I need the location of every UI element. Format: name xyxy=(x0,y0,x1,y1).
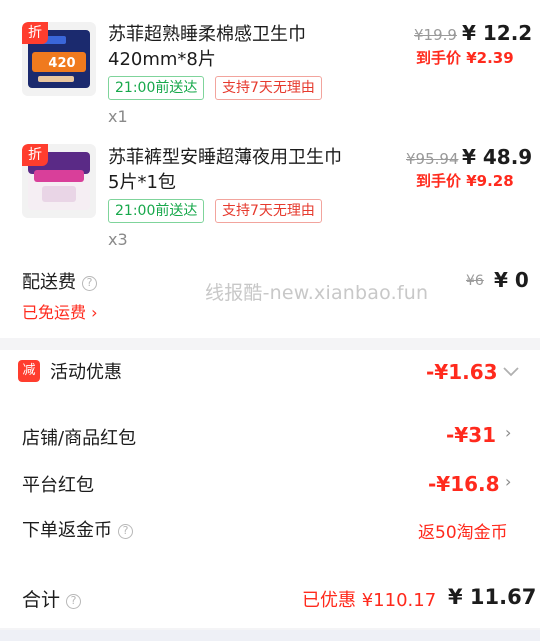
bottom-strip xyxy=(0,630,540,641)
svg-text:420: 420 xyxy=(48,56,75,71)
help-icon[interactable]: ? xyxy=(118,524,133,539)
free-shipping-link[interactable]: 已免运费 › xyxy=(22,299,98,323)
watermark: 线报酷-new.xianbao.fun xyxy=(205,282,429,304)
original-price-1: ¥19.9 xyxy=(414,26,457,44)
chevron-right-icon[interactable]: › xyxy=(505,472,511,491)
discount-badge: 折 xyxy=(22,22,48,44)
shipping-amount: ¥ 0 xyxy=(494,268,529,292)
platform-coupon-label: 平台红包 xyxy=(22,475,94,496)
price-1: ¥ 12.2 xyxy=(462,21,533,45)
product-title-1-line2[interactable]: 420mm*8片 xyxy=(108,47,368,72)
store-coupon-label: 店铺/商品红包 xyxy=(22,428,137,449)
total-label: 合计? xyxy=(22,585,82,612)
platform-coupon-amount[interactable]: -¥16.8 xyxy=(428,472,500,496)
total-saved[interactable]: 已优惠 ¥110.17 xyxy=(302,586,436,612)
promo-label: 活动优惠 xyxy=(50,362,122,383)
product-image-2[interactable]: 折 xyxy=(22,144,96,218)
total-amount: ¥ 11.67 xyxy=(448,585,537,609)
price-2: ¥ 48.9 xyxy=(462,145,533,169)
chevron-right-icon[interactable]: › xyxy=(505,423,511,442)
promo-amount[interactable]: -¥1.63 xyxy=(426,360,498,384)
promo-badge: 减 xyxy=(18,360,40,382)
help-icon[interactable]: ? xyxy=(66,594,82,609)
store-coupon-amount[interactable]: -¥31 xyxy=(446,423,496,447)
product-title-1-line1[interactable]: 苏菲超熟睡柔棉感卫生巾 xyxy=(108,22,368,47)
delivery-chip-2: 21:00前送达 xyxy=(108,199,205,223)
product-title-2-line2[interactable]: 5片*1包 xyxy=(108,170,368,195)
delivery-chip-1: 21:00前送达 xyxy=(108,76,205,100)
final-price-1: 到手价 ¥2.39 xyxy=(416,49,514,67)
shipping-label: 配送费? xyxy=(22,268,97,294)
total-label-text: 合计 xyxy=(22,589,61,611)
shipping-label-text: 配送费 xyxy=(22,272,76,293)
chevron-right-icon: › xyxy=(91,303,98,322)
coins-label-text: 下单返金币 xyxy=(22,520,112,541)
original-price-2: ¥95.94 xyxy=(406,150,459,168)
coins-label: 下单返金币? xyxy=(22,516,133,542)
return-chip-1: 支持7天无理由 xyxy=(215,76,322,100)
quantity-2: x3 xyxy=(108,230,128,249)
product-title-2-line1[interactable]: 苏菲裤型安睡超薄夜用卫生巾 xyxy=(108,145,388,170)
chevron-down-icon[interactable] xyxy=(503,367,519,377)
quantity-1: x1 xyxy=(108,107,128,126)
coins-value: 返50淘金币 xyxy=(418,523,508,543)
shipping-original: ¥6 xyxy=(466,273,484,289)
final-price-2: 到手价 ¥9.28 xyxy=(416,172,514,190)
free-shipping-text: 已免运费 xyxy=(22,303,87,322)
discount-badge: 折 xyxy=(22,144,48,166)
product-image-1[interactable]: 420 折 xyxy=(22,22,96,96)
return-chip-2: 支持7天无理由 xyxy=(215,199,322,223)
help-icon[interactable]: ? xyxy=(82,276,97,291)
